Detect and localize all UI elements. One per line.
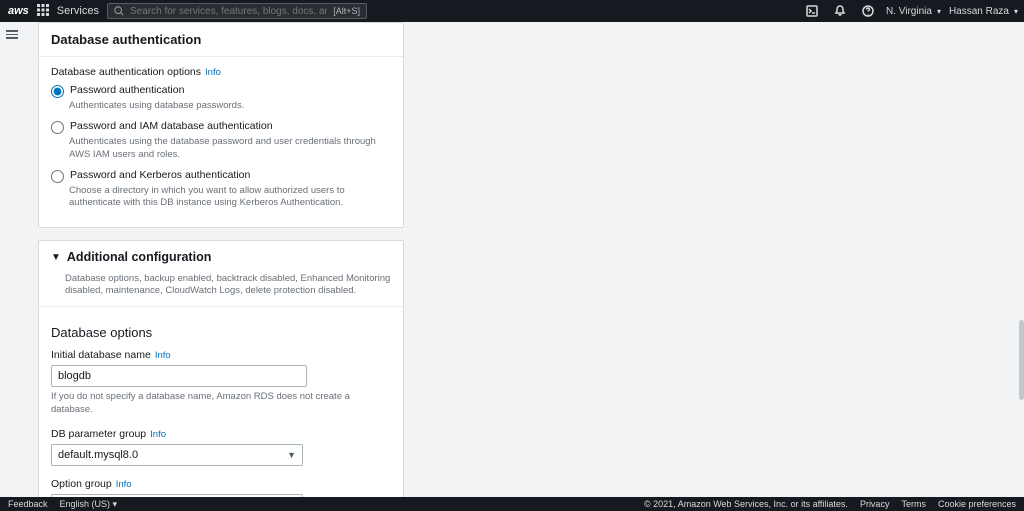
scrollbar-thumb[interactable] (1019, 320, 1024, 400)
services-grid-icon[interactable] (37, 4, 49, 19)
privacy-link[interactable]: Privacy (860, 499, 890, 509)
auth-desc-iam: Authenticates using the database passwor… (69, 136, 391, 161)
additional-config-title: Additional configuration (67, 250, 211, 264)
form-column: Database authentication Database authent… (38, 22, 404, 497)
radio-kerberos[interactable] (51, 170, 64, 183)
param-group-select[interactable]: default.mysql8.0▼ (51, 444, 303, 466)
auth-radio-password[interactable]: Password authentication (51, 84, 391, 98)
radio-password[interactable] (51, 85, 64, 98)
param-group-label: DB parameter groupInfo (51, 428, 391, 440)
feedback-link[interactable]: Feedback (8, 499, 48, 509)
db-auth-title: Database authentication (51, 32, 391, 47)
top-nav: aws Services [Alt+S] N. Virginia Hassan … (0, 0, 1024, 22)
db-auth-card: Database authentication Database authent… (38, 22, 404, 228)
option-group-label: Option groupInfo (51, 478, 391, 490)
cloudshell-icon[interactable] (802, 5, 822, 17)
initial-db-input[interactable] (51, 365, 307, 387)
footer-bar: Feedback English (US) ▾ © 2021, Amazon W… (0, 497, 1024, 511)
chevron-down-icon: ▼ (287, 450, 296, 460)
help-icon[interactable] (858, 5, 878, 17)
additional-config-summary: Database options, backup enabled, backtr… (39, 273, 403, 307)
copyright: © 2021, Amazon Web Services, Inc. or its… (644, 499, 848, 509)
aws-logo[interactable]: aws (8, 5, 29, 17)
initial-db-help: If you do not specify a database name, A… (51, 391, 391, 416)
initial-db-label: Initial database nameInfo (51, 349, 391, 361)
notifications-icon[interactable] (830, 5, 850, 17)
global-search[interactable]: [Alt+S] (107, 3, 367, 19)
auth-desc-password: Authenticates using database passwords. (69, 100, 391, 112)
region-selector[interactable]: N. Virginia (886, 6, 941, 17)
auth-info-link[interactable]: Info (205, 67, 221, 78)
additional-config-card: ▼ Additional configuration Database opti… (38, 240, 404, 497)
option-group-info[interactable]: Info (116, 479, 132, 490)
account-menu[interactable]: Hassan Raza (949, 6, 1018, 17)
auth-radio-kerberos[interactable]: Password and Kerberos authentication (51, 169, 391, 183)
database-options-heading: Database options (51, 325, 391, 340)
initial-db-info[interactable]: Info (155, 350, 171, 361)
auth-desc-kerberos: Choose a directory in which you want to … (69, 185, 391, 210)
search-input[interactable] (130, 6, 327, 17)
side-panel-toggle[interactable] (6, 28, 18, 41)
auth-radio-iam[interactable]: Password and IAM database authentication (51, 120, 391, 134)
expander-caret-icon: ▼ (51, 252, 61, 263)
search-kbd-hint: [Alt+S] (333, 6, 360, 16)
auth-options-label: Database authentication optionsInfo (51, 66, 391, 78)
language-selector[interactable]: English (US) ▾ (60, 499, 118, 510)
param-group-info[interactable]: Info (150, 429, 166, 440)
search-icon (114, 6, 124, 16)
radio-iam[interactable] (51, 121, 64, 134)
additional-config-expander[interactable]: ▼ Additional configuration (39, 241, 403, 273)
terms-link[interactable]: Terms (901, 499, 926, 509)
services-link[interactable]: Services (57, 5, 99, 17)
cookie-prefs-link[interactable]: Cookie preferences (938, 499, 1016, 509)
